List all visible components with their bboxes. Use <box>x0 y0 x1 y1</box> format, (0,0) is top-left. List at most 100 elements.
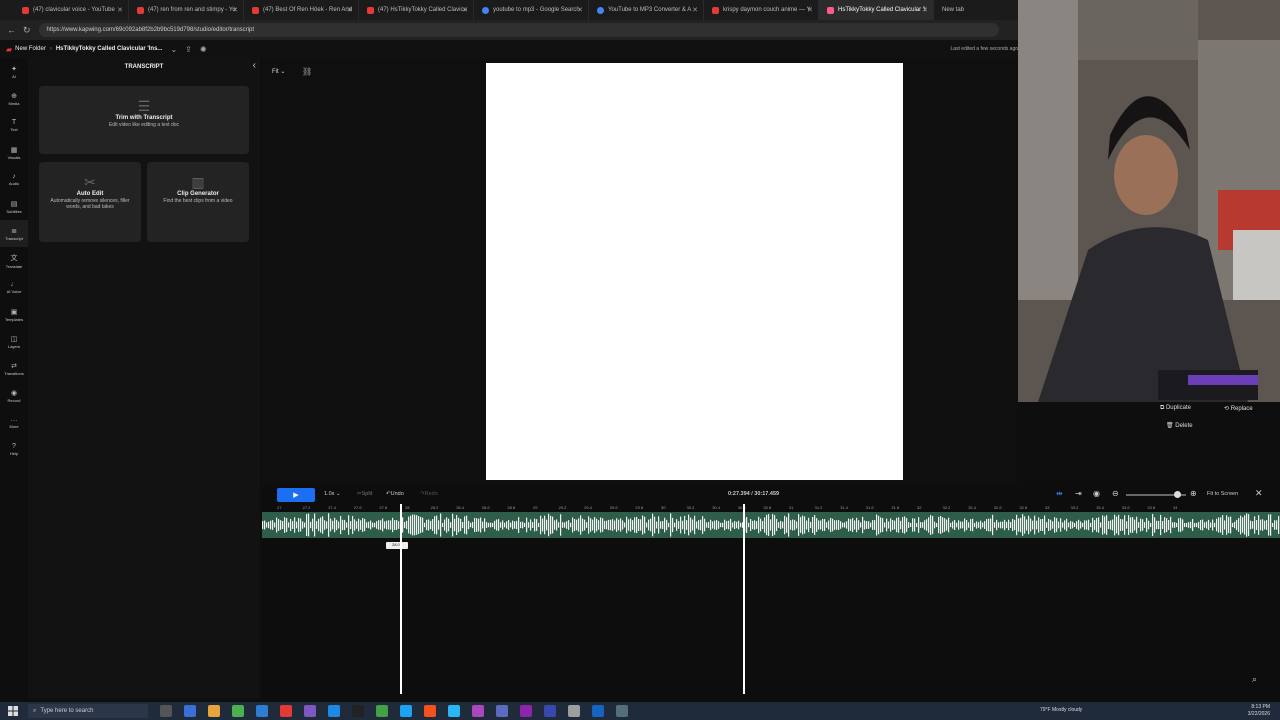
delete-button[interactable]: 🗑 Delete <box>1166 422 1193 429</box>
project-title[interactable]: HsTikkyTokky Called Clavicular 'Ins... <box>56 46 163 52</box>
taskbar-app-icon[interactable] <box>424 705 436 717</box>
split-button[interactable]: ✂Split <box>357 491 372 497</box>
youtube-icon <box>137 6 144 14</box>
close-tab-icon[interactable]: ✕ <box>577 6 583 14</box>
clip-generator-subtitle: Find the best clips from a video <box>163 198 233 204</box>
taskbar-app-icon[interactable] <box>376 705 388 717</box>
rail-item-templates[interactable]: ▣ Templates <box>0 301 28 328</box>
chevron-down-icon[interactable]: ⌄ <box>170 45 177 54</box>
lightbulb-icon[interactable]: ✺ <box>200 45 207 54</box>
speed-dropdown[interactable]: 1.0x ⌄ <box>324 491 341 497</box>
fit-dropdown[interactable]: Fit ⌄ <box>272 68 285 75</box>
taskbar-app-icon[interactable] <box>448 705 460 717</box>
browser-tab[interactable]: YouTube to MP3 Converter & A ✕ <box>589 0 704 20</box>
browser-tab[interactable]: youtube to mp3 - Google Search ✕ <box>474 0 589 20</box>
taskbar-app-icon[interactable] <box>232 705 244 717</box>
zoom-in-icon[interactable]: ⊕ <box>1190 489 1197 498</box>
close-tab-icon[interactable]: ✕ <box>922 6 928 14</box>
reload-icon[interactable]: ↻ <box>23 25 31 36</box>
fit-to-screen-button[interactable]: Fit to Screen <box>1207 491 1238 497</box>
drag-cursor-line[interactable] <box>400 504 402 694</box>
taskbar-app-icon[interactable] <box>472 705 484 717</box>
taskbar-app-icon[interactable] <box>184 705 196 717</box>
rail-item-subtitles[interactable]: ▤ Subtitles <box>0 193 28 220</box>
rail-item-translate[interactable]: 文 Translate <box>0 247 28 274</box>
windows-start-icon[interactable] <box>8 706 18 716</box>
undo-button[interactable]: ↶Undo <box>386 491 404 497</box>
browser-tab[interactable]: HsTikkyTokky Called Clavicular 'I ✕ <box>819 0 934 20</box>
breadcrumb-folder[interactable]: New Folder <box>15 46 46 52</box>
taskbar-app-icon[interactable] <box>616 705 628 717</box>
browser-tab[interactable]: (47) Best Of Ren Höek - Ren And ✕ <box>244 0 359 20</box>
rail-item-more[interactable]: … More <box>0 409 28 436</box>
close-tab-icon[interactable]: ✕ <box>232 6 238 14</box>
trim-with-transcript-card[interactable]: ☰ Trim with Transcript Edit video like e… <box>39 86 249 154</box>
rail-item-media[interactable]: ⊕ Media <box>0 85 28 112</box>
zoom-slider-handle[interactable] <box>1174 491 1181 498</box>
close-tab-icon[interactable]: ✕ <box>347 6 353 14</box>
skip-icon[interactable]: ⇥ <box>1075 489 1082 498</box>
rail-item-transitions[interactable]: ⇄ Transitions <box>0 355 28 382</box>
browser-tab[interactable]: (47) clavicular voice - YouTube ✕ <box>14 0 129 20</box>
close-timeline-icon[interactable]: ✕ <box>1255 488 1263 499</box>
taskbar-app-icon[interactable] <box>256 705 268 717</box>
rail-item-ai[interactable]: ✦ AI <box>0 58 28 85</box>
taskbar-app-icon[interactable] <box>328 705 340 717</box>
settings-icon[interactable]: ◉ <box>1093 489 1100 498</box>
playhead[interactable] <box>743 504 745 694</box>
ruler-tick-label: 31.2 <box>814 505 823 510</box>
browser-tab[interactable]: krispy daymon couch anime — Y ✕ <box>704 0 819 20</box>
taskbar-app-icon[interactable] <box>304 705 316 717</box>
ruler-tick-label: 27.4 <box>328 505 336 510</box>
clip-generator-card[interactable]: ▥ Clip Generator Find the best clips fro… <box>147 162 249 242</box>
panel-title: TRANSCRIPT <box>124 64 164 70</box>
rail-item-text[interactable]: T Text <box>0 112 28 139</box>
taskbar-app-icon[interactable] <box>160 705 172 717</box>
rail-item-help[interactable]: ? Help <box>0 436 28 463</box>
play-button[interactable]: ▶ <box>277 488 315 502</box>
taskbar-app-icon[interactable] <box>208 705 220 717</box>
snap-icon[interactable]: ⇹ <box>1056 489 1063 498</box>
ruler-tick-label: 32.4 <box>968 505 976 510</box>
close-tab-icon[interactable]: ✕ <box>117 6 123 14</box>
taskbar-app-icon[interactable] <box>568 705 580 717</box>
taskbar-apps <box>148 705 628 717</box>
taskbar-app-icon[interactable] <box>496 705 508 717</box>
taskbar-app-icon[interactable] <box>592 705 604 717</box>
close-tab-icon[interactable]: ✕ <box>462 6 468 14</box>
close-tab-icon[interactable]: ✕ <box>807 6 813 14</box>
taskbar-app-icon[interactable] <box>352 705 364 717</box>
audio-track[interactable] <box>262 512 1280 538</box>
replace-button[interactable]: ⟲ Replace <box>1224 405 1253 412</box>
search-icon[interactable]: ⌕ <box>1252 674 1257 685</box>
rail-item-layers[interactable]: ◫ Layers <box>0 328 28 355</box>
ruler-tick-label: 28.4 <box>456 505 464 510</box>
url-field[interactable]: https://www.kapwing.com/69c092ab8f2b2b9b… <box>38 23 999 37</box>
rail-item-visuals[interactable]: ▦ Visuals <box>0 139 28 166</box>
auto-edit-card[interactable]: ✂ Auto Edit Automatically remove silence… <box>39 162 141 242</box>
taskbar-search[interactable]: ⌕ Type here to search <box>28 704 148 718</box>
new-tab-button[interactable]: New tab <box>934 7 964 13</box>
upload-icon[interactable]: ⇪ <box>185 45 192 54</box>
rail-item-audio[interactable]: ♪ Audio <box>0 166 28 193</box>
record-icon: ◉ <box>10 389 18 397</box>
taskbar-app-icon[interactable] <box>520 705 532 717</box>
redo-button[interactable]: ↷Redo <box>420 491 438 497</box>
back-icon[interactable]: ← <box>7 25 16 35</box>
tool-rail: ✦ AI ⊕ Media T Text ▦ Visuals ♪ Audio ▤ Subtitles ≣ T… <box>0 58 28 698</box>
zoom-out-icon[interactable]: ⊖ <box>1112 489 1119 498</box>
collapse-panel-icon[interactable]: ‹ <box>253 60 256 71</box>
browser-tab[interactable]: (47) HsTikkyTokky Called Clavicu ✕ <box>359 0 474 20</box>
video-canvas[interactable] <box>486 63 903 480</box>
rail-item-record[interactable]: ◉ Record <box>0 382 28 409</box>
taskbar-app-icon[interactable] <box>400 705 412 717</box>
taskbar-app-icon[interactable] <box>544 705 556 717</box>
browser-tab[interactable]: (47) ren from ren and stimpy - Yo ✕ <box>129 0 244 20</box>
duplicate-button[interactable]: ⧉ Duplicate <box>1160 405 1191 412</box>
rail-item-ai-voice[interactable]: ♩ AI Voice <box>0 274 28 301</box>
rail-item-transcript[interactable]: ≣ Transcript <box>0 220 28 247</box>
zoom-slider[interactable] <box>1126 491 1186 498</box>
link-icon[interactable]: ⛓ <box>302 67 312 76</box>
taskbar-app-icon[interactable] <box>280 705 292 717</box>
close-tab-icon[interactable]: ✕ <box>692 6 698 14</box>
